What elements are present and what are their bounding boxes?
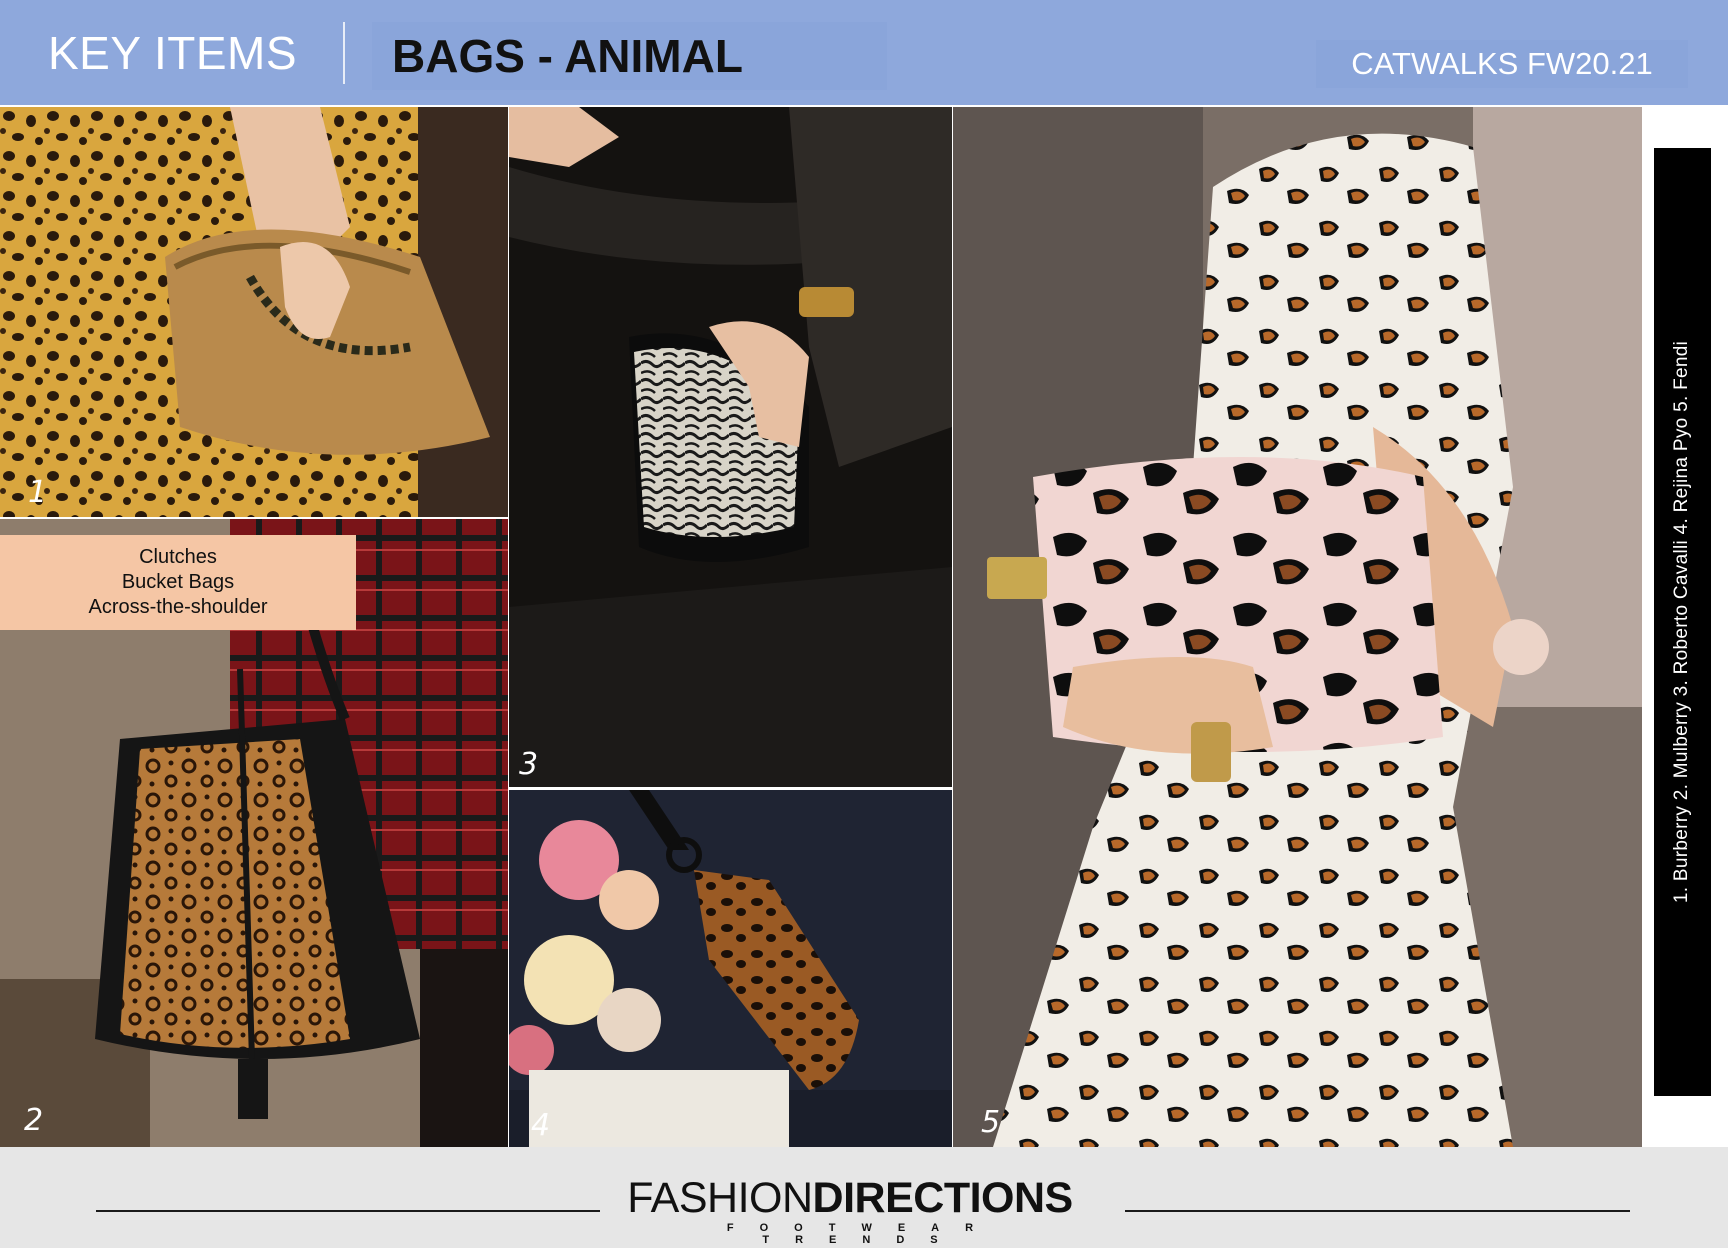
- photo-5-fendi: 5: [953, 107, 1642, 1147]
- photo-number: 3: [519, 747, 539, 782]
- photo-1-burberry: 1: [0, 107, 508, 517]
- photo-number: 5: [981, 1105, 1001, 1140]
- footer-rule-right: [1125, 1210, 1630, 1212]
- footer-rule-left: [96, 1210, 600, 1212]
- photo-3-roberto-cavalli: 3: [509, 107, 952, 787]
- brand-name-bold: DIRECTIONS: [812, 1174, 1074, 1222]
- keyword-clutches: Clutches: [139, 546, 217, 568]
- photo-number: 2: [24, 1103, 44, 1138]
- header-divider: [343, 22, 345, 84]
- photo-number: 1: [28, 475, 48, 510]
- brand-tagline: FOOTWEAR TRENDS: [726, 1222, 1000, 1246]
- photo-number: 4: [531, 1108, 551, 1143]
- section-label: KEY ITEMS: [0, 0, 345, 105]
- keyword-across-shoulder: Across-the-shoulder: [88, 596, 268, 618]
- page-title: BAGS - ANIMAL: [372, 22, 887, 90]
- keyword-bucket-bags: Bucket Bags: [121, 571, 235, 593]
- season-label: CATWALKS FW20.21: [1316, 40, 1688, 88]
- brand-logo: FASHIONDIRECTIONS FOOTWEAR TRENDS: [600, 1176, 1100, 1246]
- credits-list: 1. Burberry 2. Mulberry 3. Roberto Caval…: [1671, 340, 1692, 904]
- keyword-box: Clutches Bucket Bags Across-the-shoulder: [0, 535, 356, 630]
- brand-name-light: FASHION: [627, 1174, 813, 1222]
- photo-4-rejina-pyo: 4: [509, 790, 952, 1147]
